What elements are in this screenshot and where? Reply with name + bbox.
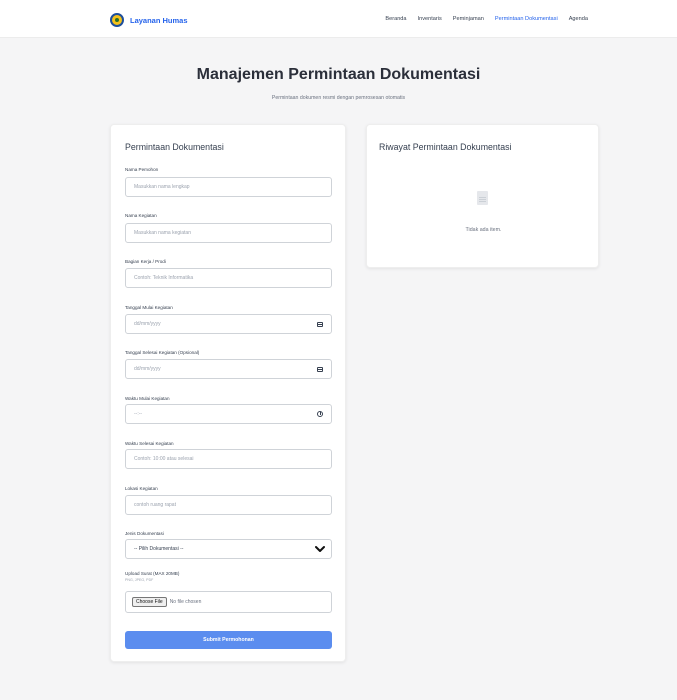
nav-link-permintaan-dokumentasi[interactable]: Permintaan Dokumentasi	[495, 16, 558, 22]
waktu-selesai-input[interactable]: Contoh: 10:00 atau selesai	[125, 449, 332, 469]
chevron-down-icon	[315, 546, 325, 552]
nav-link-inventaris[interactable]: Inventaris	[418, 16, 442, 22]
choose-file-button[interactable]: Choose File	[132, 597, 167, 607]
nama-kegiatan-placeholder: Masukkan nama kegiatan	[134, 230, 191, 236]
bagian-kerja-placeholder: Contoh: Teknik Informatika	[134, 275, 194, 281]
file-status: No file chosen	[169, 599, 202, 605]
nav-link-beranda[interactable]: Beranda	[385, 16, 406, 22]
upload-label: Upload Surat (MAX 20MB)	[125, 571, 180, 576]
waktu-mulai-placeholder: --:--	[134, 411, 143, 417]
tanggal-selesai-placeholder: dd/mm/yyyy	[134, 366, 161, 372]
calendar-icon[interactable]	[317, 367, 323, 372]
nama-kegiatan-label: Nama Kegiatan	[125, 213, 157, 218]
nav-link-peminjaman[interactable]: Peminjaman	[453, 16, 484, 22]
tanggal-mulai-label: Tanggal Mulai Kegiatan	[125, 305, 173, 310]
lokasi-input[interactable]: contoh ruang rapat	[125, 495, 332, 515]
navbar: Layanan Humas Beranda Inventaris Peminja…	[0, 0, 677, 38]
history-card: Riwayat Permintaan Dokumentasi Tidak ada…	[366, 124, 599, 268]
nama-kegiatan-input[interactable]: Masukkan nama kegiatan	[125, 223, 332, 243]
tanggal-mulai-input[interactable]: dd/mm/yyyy	[125, 314, 332, 334]
tanggal-selesai-label: Tanggal Selesai Kegiatan (Opsional)	[125, 350, 200, 355]
waktu-mulai-label: Waktu Mulai Kegiatan	[125, 396, 170, 401]
calendar-icon[interactable]	[317, 322, 323, 327]
jenis-dokumentasi-selected: -- Pilih Dokumentasi --	[134, 546, 184, 552]
page-subtitle: Permintaan dokumen resmi dengan pemroses…	[271, 95, 406, 101]
document-icon	[477, 191, 488, 205]
empty-state-text: Tidak ada item.	[465, 227, 502, 233]
brand-name: Layanan Humas	[130, 15, 188, 25]
waktu-selesai-placeholder: Contoh: 10:00 atau selesai	[134, 456, 194, 462]
form-title: Permintaan Dokumentasi	[125, 142, 224, 152]
nav-link-agenda[interactable]: Agenda	[569, 16, 588, 22]
nama-pemohon-placeholder: Masukkan nama lengkap	[134, 184, 190, 190]
brand[interactable]: Layanan Humas	[110, 13, 188, 27]
nama-pemohon-label: Nama Pemohon	[125, 167, 159, 172]
jenis-dokumentasi-label: Jenis Dokumentasi	[125, 531, 164, 536]
nav-menu: Beranda Inventaris Peminjaman Permintaan…	[385, 16, 588, 22]
lokasi-placeholder: contoh ruang rapat	[134, 502, 176, 508]
history-title: Riwayat Permintaan Dokumentasi	[379, 142, 512, 152]
tanggal-selesai-input[interactable]: dd/mm/yyyy	[125, 359, 332, 379]
request-form-card: Permintaan Dokumentasi Nama Pemohon Masu…	[110, 124, 346, 662]
upload-formats: PNG, JPEG, PDF	[125, 578, 154, 582]
nama-pemohon-input[interactable]: Masukkan nama lengkap	[125, 177, 332, 197]
waktu-selesai-label: Waktu Selesai Kegiatan	[125, 441, 174, 446]
lokasi-label: Lokasi Kegiatan	[125, 486, 158, 491]
logo-icon	[110, 13, 124, 27]
jenis-dokumentasi-select[interactable]: -- Pilih Dokumentasi --	[125, 539, 332, 559]
bagian-kerja-label: Bagian Kerja / Prodi	[125, 259, 166, 264]
waktu-mulai-input[interactable]: --:--	[125, 404, 332, 424]
submit-button[interactable]: Submit Permohonan	[125, 631, 332, 649]
page-title: Manajemen Permintaan Dokumentasi	[196, 66, 481, 83]
upload-file-input[interactable]: Choose File No file chosen	[125, 591, 332, 613]
tanggal-mulai-placeholder: dd/mm/yyyy	[134, 321, 161, 327]
bagian-kerja-input[interactable]: Contoh: Teknik Informatika	[125, 268, 332, 288]
clock-icon[interactable]	[317, 411, 323, 417]
